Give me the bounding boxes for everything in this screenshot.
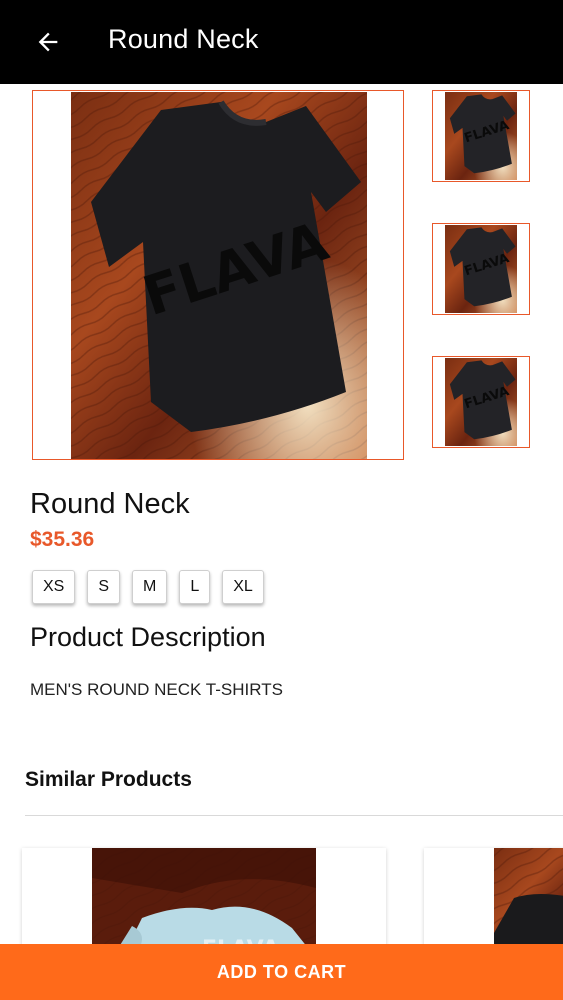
tshirt-photo-light-blue: FLAVA: [92, 848, 316, 958]
app-bar: Round Neck: [0, 0, 563, 84]
description-text: MEN'S ROUND NECK T-SHIRTS: [30, 680, 283, 699]
product-name: Round Neck: [30, 488, 190, 520]
arrow-left-icon: [38, 32, 58, 52]
thumbnail-1[interactable]: FLAVA: [432, 90, 530, 182]
back-button[interactable]: [32, 26, 64, 58]
tshirt-photo-black: [494, 848, 563, 958]
product-price: $35.36: [30, 528, 95, 551]
size-button-s[interactable]: S: [87, 570, 121, 604]
similar-product-card[interactable]: [424, 848, 563, 958]
tshirt-thumbnail-photo: FLAVA: [445, 92, 517, 180]
add-to-cart-button[interactable]: ADD TO CART: [0, 944, 563, 1000]
size-button-m[interactable]: M: [132, 570, 168, 604]
size-selector: XS S M L XL: [32, 570, 264, 604]
page-title: Round Neck: [108, 24, 259, 54]
thumbnail-2[interactable]: FLAVA: [432, 223, 530, 315]
thumbnail-3[interactable]: FLAVA: [432, 356, 530, 448]
similar-products-heading: Similar Products: [25, 768, 192, 791]
divider: [25, 815, 563, 816]
tshirt-photo: FLAVA: [71, 92, 367, 459]
tshirt-thumbnail-photo: FLAVA: [445, 358, 517, 446]
tshirt-thumbnail-photo: FLAVA: [445, 225, 517, 313]
main-product-image: FLAVA: [32, 90, 404, 460]
size-button-xl[interactable]: XL: [222, 570, 264, 604]
similar-product-card[interactable]: FLAVA: [22, 848, 386, 958]
description-heading: Product Description: [30, 622, 266, 652]
size-button-l[interactable]: L: [179, 570, 211, 604]
size-button-xs[interactable]: XS: [32, 570, 76, 604]
